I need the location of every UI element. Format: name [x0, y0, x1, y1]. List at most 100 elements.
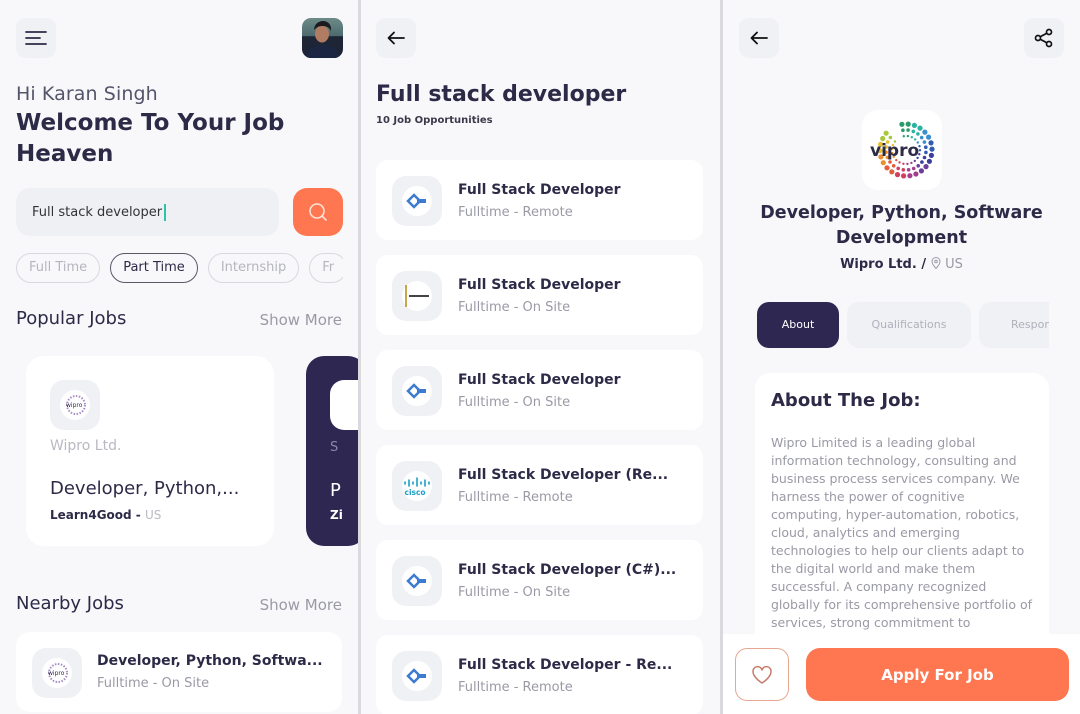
job-subtitle: Fulltime - On Site: [458, 585, 571, 600]
welcome-heading: Welcome To Your Job Heaven: [16, 110, 285, 167]
about-job-text: Wipro Limited is a leading global inform…: [771, 435, 1033, 666]
gold-bar-logo-icon: [405, 285, 429, 307]
share-icon: [1034, 28, 1053, 48]
nearby-jobs-heading: Nearby Jobs: [16, 593, 124, 614]
search-input[interactable]: Full stack developer: [16, 188, 279, 236]
blue-cube-logo-icon: [406, 193, 426, 209]
favorite-button[interactable]: [735, 648, 789, 701]
job-title: Full Stack Developer: [458, 372, 621, 388]
svg-text:wipro: wipro: [66, 402, 83, 409]
popular-job-card[interactable]: wipro Wipro Ltd. Developer, Python,... L…: [26, 356, 274, 546]
company-logo: [392, 556, 442, 606]
search-input-value: Full stack developer: [32, 204, 163, 220]
blue-cube-logo-icon: [406, 668, 426, 684]
detail-tabs: AboutQualificationsRespons: [757, 302, 1049, 348]
chip-part-time[interactable]: Part Time: [110, 253, 198, 283]
about-job-card: About The Job: Wipro Limited is a leadin…: [755, 373, 1049, 673]
share-button[interactable]: [1024, 18, 1064, 58]
popular-show-more-link[interactable]: Show More: [260, 311, 342, 329]
company-logo: cisco: [392, 461, 442, 511]
company-logo: wipro: [32, 648, 82, 698]
wipro-logo-icon: wipro: [66, 395, 86, 415]
job-subtitle: Fulltime - Remote: [458, 680, 573, 695]
job-type-filters: Full Time Part Time Internship Fr: [16, 253, 343, 285]
tab-responsibilities[interactable]: Respons: [979, 302, 1049, 348]
search-icon: [309, 203, 327, 221]
chip-full-time[interactable]: Full Time: [16, 253, 101, 283]
chip-internship[interactable]: Internship: [207, 253, 300, 283]
job-subtitle: Fulltime - Remote: [458, 205, 573, 220]
job-title: Full Stack Developer (C#)...: [458, 562, 677, 578]
text-caret: [164, 203, 167, 221]
about-job-heading: About The Job:: [771, 390, 921, 411]
search-button[interactable]: [293, 188, 343, 236]
job-title: Full Stack Developer: [458, 182, 621, 198]
blue-cube-logo-icon: [406, 383, 426, 399]
job-title: Full Stack Developer (Re...: [458, 467, 669, 483]
job-list-item[interactable]: Full Stack Developer Fulltime - On Site: [376, 255, 703, 335]
home-screen: Hi Karan Singh Welcome To Your Job Heave…: [0, 0, 358, 714]
back-button[interactable]: [739, 18, 779, 58]
company-logo: [392, 366, 442, 416]
cisco-logo-icon: cisco: [404, 477, 430, 497]
nearby-job-item[interactable]: wipro Developer, Python, Softwa... Fullt…: [16, 632, 342, 712]
job-detail-screen: vipro Developer, Python, Software Develo…: [723, 0, 1080, 714]
job-location: US: [945, 257, 963, 272]
avatar-photo: [306, 21, 339, 58]
job-subtitle: Fulltime - On Site: [458, 300, 571, 315]
job-list-item[interactable]: Full Stack Developer - Re... Fulltime - R…: [376, 635, 703, 714]
job-title: Full Stack Developer - Re...: [458, 657, 673, 673]
poster-name: Learn4Good: [50, 508, 132, 522]
wipro-logo-icon: vipro: [870, 121, 935, 179]
arrow-left-icon: [750, 31, 768, 45]
svg-text:vipro: vipro: [870, 141, 919, 161]
company-name: S: [330, 440, 339, 455]
hamburger-menu-icon: [25, 31, 47, 45]
action-bar: Apply For Job: [723, 634, 1080, 714]
company-logo: vipro: [862, 110, 942, 190]
job-subtitle: Fulltime - On Site: [458, 395, 571, 410]
popular-job-card-featured[interactable]: S P Zi: [306, 356, 358, 546]
job-title: Full Stack Developer: [458, 277, 621, 293]
svg-text:cisco: cisco: [405, 488, 426, 497]
search-results-screen: Full stack developer 10 Job Opportunitie…: [361, 0, 720, 714]
job-subtitle: Fulltime - On Site: [97, 676, 210, 691]
job-poster: Learn4Good - US: [50, 508, 162, 522]
wipro-logo-icon: wipro: [48, 663, 68, 683]
menu-button[interactable]: [16, 18, 56, 58]
back-button[interactable]: [376, 18, 416, 58]
blue-cube-logo-icon: [406, 573, 426, 589]
job-list-item[interactable]: Full Stack Developer Fulltime - Remote: [376, 160, 703, 240]
job-list-item[interactable]: cisco Full Stack Developer (Re... Fulltime…: [376, 445, 703, 525]
job-list-item[interactable]: Full Stack Developer Fulltime - On Site: [376, 350, 703, 430]
company-logo: [392, 271, 442, 321]
user-avatar[interactable]: [302, 18, 343, 58]
company-name: Wipro Ltd.: [50, 438, 122, 454]
job-subtitle: Fulltime - Remote: [458, 490, 573, 505]
arrow-left-icon: [387, 31, 405, 45]
company-logo: [392, 651, 442, 701]
location-pin-icon: [931, 257, 941, 270]
results-title: Full stack developer: [376, 82, 627, 107]
company-logo: [330, 380, 358, 430]
tab-about[interactable]: About: [757, 302, 839, 348]
greeting-text: Hi Karan Singh: [16, 83, 158, 105]
chip-freelance[interactable]: Fr: [309, 253, 343, 283]
job-list-item[interactable]: Full Stack Developer (C#)... Fulltime - O…: [376, 540, 703, 620]
company-logo: [392, 176, 442, 226]
company-location: Wipro Ltd. / US: [723, 257, 1080, 272]
job-title: Developer, Python, Softwa...: [97, 653, 323, 669]
job-poster: Zi: [330, 508, 343, 522]
tab-qualifications[interactable]: Qualifications: [847, 302, 971, 348]
results-count: 10 Job Opportunities: [376, 115, 493, 126]
job-title: Developer, Python,...: [50, 478, 240, 499]
job-location: US: [144, 508, 162, 522]
job-title: P: [330, 480, 341, 501]
apply-button[interactable]: Apply For Job: [806, 648, 1069, 701]
heart-icon: [752, 665, 772, 684]
nearby-show-more-link[interactable]: Show More: [260, 596, 342, 614]
svg-text:wipro: wipro: [48, 670, 65, 677]
popular-jobs-heading: Popular Jobs: [16, 308, 127, 329]
app-screens: Hi Karan Singh Welcome To Your Job Heave…: [0, 0, 1080, 714]
job-title: Developer, Python, Software Development: [760, 203, 1043, 248]
